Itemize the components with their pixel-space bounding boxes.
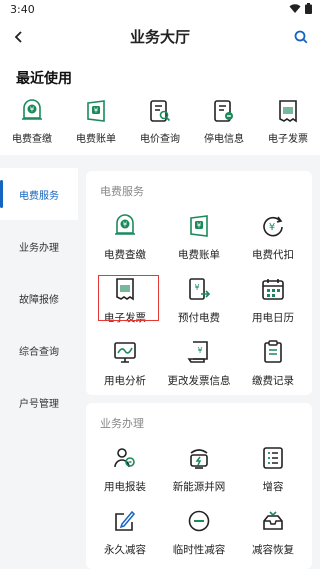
bill-pay-icon: ¥ xyxy=(17,96,47,126)
wifi-icon xyxy=(289,3,301,13)
price-search-icon xyxy=(145,96,175,126)
status-icons xyxy=(289,3,312,14)
recent-item-label: 电子发票 xyxy=(268,134,308,145)
grid-item-label: 增容 xyxy=(262,481,284,493)
bill-pay-icon: ¥ xyxy=(110,211,140,241)
grid-item-bill-pay[interactable]: ¥ 电费查缴 xyxy=(89,211,161,262)
grid-item-install[interactable]: 用电报装 xyxy=(89,443,161,494)
search-icon xyxy=(294,30,308,44)
sidebar-item-query[interactable]: 综合查询 xyxy=(0,324,78,376)
recent-title: 最近使用 xyxy=(16,71,72,87)
e-invoice-icon xyxy=(273,96,303,126)
outage-info-icon xyxy=(209,96,239,126)
capacity-increase-icon xyxy=(258,443,288,473)
grid-item-bill[interactable]: ¥ 电费账单 xyxy=(163,211,235,262)
search-button[interactable] xyxy=(290,26,312,48)
grid-item-reduce-restore[interactable]: 减容恢复 xyxy=(237,506,309,557)
svg-text:¥: ¥ xyxy=(197,346,202,355)
recent-item-e-invoice[interactable]: 电子发票 xyxy=(256,96,320,145)
grid-item-payment-record[interactable]: 缴费记录 xyxy=(237,337,309,388)
business-services-card: 业务办理 用电报装 新能源并网 增容 永久减容 临时性减容 减容恢复 xyxy=(86,403,312,569)
permanent-reduce-icon xyxy=(110,506,140,536)
sidebar-item-account[interactable]: 户号管理 xyxy=(0,376,78,428)
app-header: 业务大厅 xyxy=(0,18,320,54)
recent-item-label: 电费账单 xyxy=(76,134,116,145)
install-icon xyxy=(110,443,140,473)
recent-section: 最近使用 ¥ 电费查缴 ¥ 电费账单 电价查询 停电信息 电子发票 xyxy=(0,54,320,155)
grid-item-label: 新能源并网 xyxy=(172,481,226,493)
new-energy-icon xyxy=(184,443,214,473)
grid-item-prepay[interactable]: ¥ 预付电费 xyxy=(163,274,235,325)
bill-icon: ¥ xyxy=(184,211,214,241)
recent-row: ¥ 电费查缴 ¥ 电费账单 电价查询 停电信息 电子发票 xyxy=(0,96,320,145)
svg-text:¥: ¥ xyxy=(30,106,35,114)
grid-item-label: 减容恢复 xyxy=(252,544,294,556)
reduce-restore-icon xyxy=(258,506,288,536)
status-bar: 3:40 xyxy=(0,0,320,18)
grid-item-permanent-reduce[interactable]: 永久减容 xyxy=(89,506,161,557)
grid-item-label: 永久减容 xyxy=(104,544,146,556)
sidebar-item-billing[interactable]: 电费服务 xyxy=(0,168,78,220)
grid-item-label: 更改发票信息 xyxy=(167,375,231,387)
recent-item-label: 停电信息 xyxy=(204,134,244,145)
grid-item-label: 缴费记录 xyxy=(252,375,294,387)
page-title: 业务大厅 xyxy=(129,28,190,46)
recent-item-outage[interactable]: 停电信息 xyxy=(192,96,256,145)
grid-item-analysis[interactable]: 用电分析 xyxy=(89,337,161,388)
recent-item-price-search[interactable]: 电价查询 xyxy=(128,96,192,145)
grid-item-label: 电费代扣 xyxy=(252,249,294,261)
bill-icon: ¥ xyxy=(81,96,111,126)
sidebar-item-repair[interactable]: 故障报修 xyxy=(0,272,78,324)
grid-item-label: 用电报装 xyxy=(104,481,146,493)
grid-item-auto-debit[interactable]: ¥ 电费代扣 xyxy=(237,211,309,262)
recent-item-label: 电价查询 xyxy=(140,134,180,145)
grid-item-capacity-increase[interactable]: 增容 xyxy=(237,443,309,494)
prepay-icon: ¥ xyxy=(184,274,214,304)
payment-record-icon xyxy=(258,337,288,367)
svg-text:¥: ¥ xyxy=(194,283,199,292)
section-title: 电费服务 xyxy=(100,185,144,198)
recent-item-label: 电费查缴 xyxy=(12,134,52,145)
grid-item-label: 用电日历 xyxy=(252,312,294,324)
highlight-box xyxy=(98,275,159,321)
auto-debit-icon: ¥ xyxy=(258,211,288,241)
grid-item-temp-reduce[interactable]: 临时性减容 xyxy=(163,506,235,557)
svg-text:¥: ¥ xyxy=(123,221,128,229)
category-sidebar: 电费服务 业务办理 故障报修 综合查询 户号管理 xyxy=(0,163,78,569)
section-title: 业务办理 xyxy=(100,417,144,430)
grid-item-label: 临时性减容 xyxy=(172,544,226,556)
recent-item-bill-pay[interactable]: ¥ 电费查缴 xyxy=(0,96,64,145)
battery-icon xyxy=(305,3,312,14)
analysis-icon xyxy=(110,337,140,367)
temp-reduce-icon xyxy=(184,506,214,536)
grid-item-label: 预付电费 xyxy=(178,312,220,324)
recent-item-bill[interactable]: ¥ 电费账单 xyxy=(64,96,128,145)
grid-item-calendar[interactable]: 用电日历 xyxy=(237,274,309,325)
invoice-edit-icon: ¥ xyxy=(184,337,214,367)
svg-text:¥: ¥ xyxy=(94,107,99,115)
grid-item-label: 用电分析 xyxy=(104,375,146,387)
svg-text:¥: ¥ xyxy=(197,222,202,230)
grid-item-label: 电费查缴 xyxy=(104,249,146,261)
grid-item-label: 电费账单 xyxy=(178,249,220,261)
sidebar-item-business[interactable]: 业务办理 xyxy=(0,220,78,272)
svg-text:¥: ¥ xyxy=(269,222,275,233)
grid-item-new-energy[interactable]: 新能源并网 xyxy=(163,443,235,494)
calendar-icon xyxy=(258,274,288,304)
grid-item-invoice-edit[interactable]: ¥ 更改发票信息 xyxy=(163,337,235,388)
status-time: 3:40 xyxy=(10,3,35,16)
